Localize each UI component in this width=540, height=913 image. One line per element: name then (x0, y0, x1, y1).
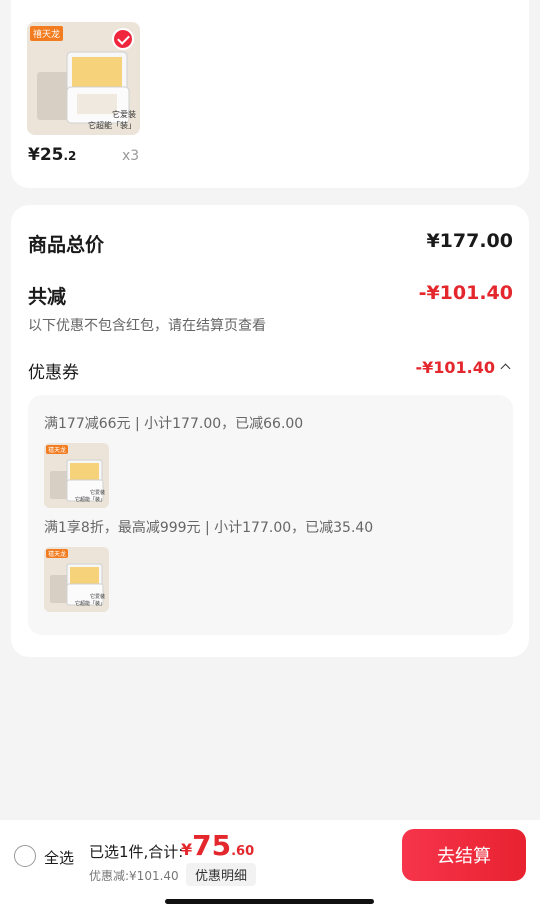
discount-info: 优惠减:¥101.40 (89, 869, 179, 883)
coupon-product-image: 禧天龙 它爱装 它超能「装」 (44, 443, 109, 508)
coupon-label: 优惠券 (28, 363, 79, 383)
price-summary-card: 商品总价 ¥177.00 共减 -¥101.40 以下优惠不包含红包，请在结算页… (11, 205, 529, 657)
product-image[interactable]: 禧天龙 它爱装 它超能「装」 (27, 22, 140, 135)
brand-tag: 禧天龙 (30, 26, 64, 41)
coupon-value: -¥101.40 (415, 358, 495, 377)
coupon-detail-line: 满1享8折，最高减999元 | 小计177.00，已减35.40 (44, 520, 374, 536)
coupon-product-image: 禧天龙 它爱装 它超能「装」 (44, 547, 109, 612)
check-badge-icon[interactable] (112, 28, 134, 50)
home-indicator (165, 899, 374, 904)
total-label: 商品总价 (28, 234, 105, 256)
selected-info: 已选1件,合计: (89, 843, 184, 861)
discount-details-button[interactable]: 优惠明细 (186, 863, 257, 886)
reduction-value: -¥101.40 (418, 282, 513, 304)
radio-circle-icon[interactable] (14, 845, 36, 867)
coupon-detail-box: 满177减66元 | 小计177.00，已减66.00 禧天龙 它爱装 它超能「… (28, 395, 513, 635)
product-price: ¥25.2 (28, 145, 77, 165)
select-all-label[interactable]: 全选 (44, 847, 74, 868)
reduction-note: 以下优惠不包含红包，请在结算页查看 (28, 318, 266, 334)
total-value: ¥177.00 (426, 230, 513, 252)
chevron-up-icon (500, 363, 511, 374)
total-price: ¥75.60 (181, 829, 255, 862)
reduction-label: 共减 (28, 286, 67, 308)
product-quantity: x3 (122, 148, 140, 164)
coupon-toggle[interactable]: -¥101.40 (415, 358, 511, 377)
product-card: 禧天龙 它爱装 它超能「装」 ¥25.2 x3 (11, 0, 529, 188)
coupon-detail-line: 满177减66元 | 小计177.00，已减66.00 (44, 416, 304, 432)
checkout-button[interactable]: 去结算 (402, 829, 526, 881)
checkout-bar: 全选 已选1件,合计: ¥75.60 优惠减:¥101.40 优惠明细 去结算 (0, 820, 540, 913)
product-caption: 它爱装 它超能「装」 (88, 110, 136, 130)
